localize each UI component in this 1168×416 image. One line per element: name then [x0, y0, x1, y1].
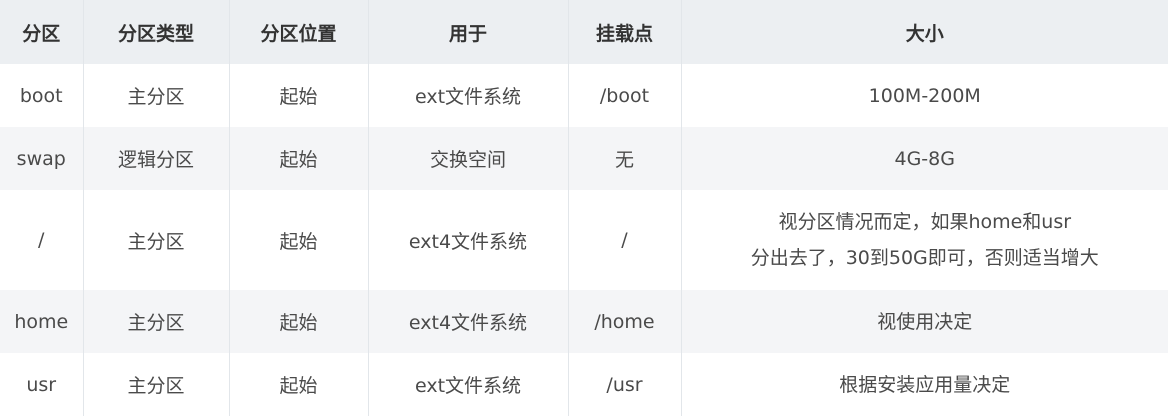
- partition-table: 分区 分区类型 分区位置 用于 挂载点 大小 boot 主分区 起始 ext文件…: [0, 0, 1168, 416]
- table-row: swap 逻辑分区 起始 交换空间 无 4G-8G: [0, 127, 1168, 190]
- cell-mount-point: /usr: [568, 353, 682, 416]
- cell-size: 100M-200M: [681, 64, 1168, 127]
- cell-mount-point: /boot: [568, 64, 682, 127]
- cell-size-line: 根据安装应用量决定: [839, 373, 1011, 396]
- cell-size-line: 4G-8G: [894, 147, 955, 170]
- cell-size: 4G-8G: [681, 127, 1168, 190]
- cell-mount-point: 无: [568, 127, 682, 190]
- header-partition-type: 分区类型: [83, 0, 230, 64]
- table-header-row: 分区 分区类型 分区位置 用于 挂载点 大小: [0, 0, 1168, 64]
- cell-partition: home: [0, 290, 84, 353]
- cell-partition-position: 起始: [229, 190, 369, 290]
- cell-size: 视分区情况而定，如果home和usr 分出去了，30到50G即可，否则适当增大: [681, 190, 1168, 290]
- cell-size-line: 分出去了，30到50G即可，否则适当增大: [750, 247, 1099, 269]
- cell-size: 根据安装应用量决定: [681, 353, 1168, 416]
- cell-partition: swap: [0, 127, 84, 190]
- cell-partition-position: 起始: [229, 127, 369, 190]
- cell-partition: boot: [0, 64, 84, 127]
- cell-usage: ext文件系统: [368, 64, 569, 127]
- cell-size-line: 视使用决定: [877, 310, 973, 333]
- header-mount-point: 挂载点: [568, 0, 682, 64]
- cell-mount-point: /home: [568, 290, 682, 353]
- header-size: 大小: [905, 22, 944, 45]
- cell-partition-type: 主分区: [83, 353, 230, 416]
- cell-size-line: 视分区情况而定，如果home和usr: [778, 211, 1072, 233]
- cell-partition-type: 主分区: [83, 64, 230, 127]
- table-row: home 主分区 起始 ext4文件系统 /home 视使用决定: [0, 290, 1168, 353]
- header-partition: 分区: [0, 0, 84, 64]
- cell-partition: /: [0, 190, 84, 290]
- table-row: / 主分区 起始 ext4文件系统 / 视分区情况而定，如果home和usr 分…: [0, 190, 1168, 290]
- cell-usage: ext4文件系统: [368, 190, 569, 290]
- cell-partition-position: 起始: [229, 353, 369, 416]
- header-partition-position: 分区位置: [229, 0, 369, 64]
- cell-usage: 交换空间: [368, 127, 569, 190]
- table-row: boot 主分区 起始 ext文件系统 /boot 100M-200M: [0, 64, 1168, 127]
- cell-mount-point: /: [568, 190, 682, 290]
- cell-partition-type: 逻辑分区: [83, 127, 230, 190]
- header-usage: 用于: [368, 0, 569, 64]
- cell-partition: usr: [0, 353, 84, 416]
- cell-size: 视使用决定: [681, 290, 1168, 353]
- cell-partition-type: 主分区: [83, 290, 230, 353]
- cell-partition-type: 主分区: [83, 190, 230, 290]
- cell-usage: ext4文件系统: [368, 290, 569, 353]
- table-row: usr 主分区 起始 ext文件系统 /usr 根据安装应用量决定: [0, 353, 1168, 416]
- cell-size-line: 100M-200M: [868, 84, 981, 107]
- cell-partition-position: 起始: [229, 290, 369, 353]
- cell-partition-position: 起始: [229, 64, 369, 127]
- cell-usage: ext文件系统: [368, 353, 569, 416]
